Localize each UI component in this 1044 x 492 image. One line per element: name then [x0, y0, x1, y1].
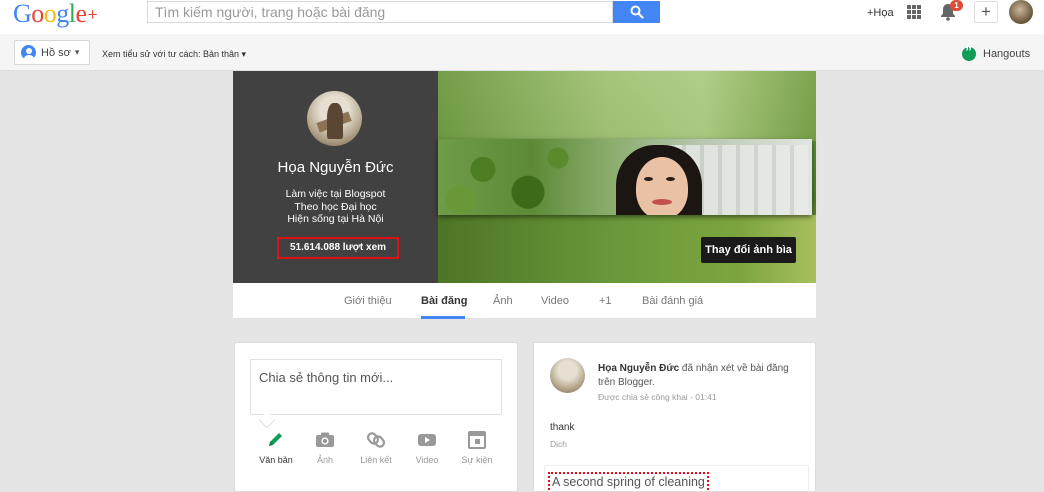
hangouts-icon [962, 43, 976, 61]
notification-count-badge: 1 [950, 0, 963, 11]
post-comment-text: thank [550, 422, 575, 433]
post-author-name[interactable]: Họa Nguyễn Đức [598, 363, 679, 374]
change-cover-button[interactable]: Thay đổi ảnh bìa [701, 237, 796, 263]
share-text-button[interactable]: Văn bản [256, 431, 296, 465]
google-plus-logo[interactable]: Google+ [13, 0, 98, 28]
avatar-figure [327, 103, 343, 139]
post-meta: Được chia sẻ công khai - 01:41 [598, 392, 717, 402]
logo-letter: o [31, 0, 44, 28]
view-as-label: Xem tiểu sử với tư cách: Bản thân [102, 49, 240, 59]
search-box [147, 1, 613, 23]
share-input[interactable]: Chia sẻ thông tin mới... [250, 359, 502, 415]
share-photo-button[interactable]: Ảnh [305, 431, 345, 465]
profile-info: Làm việc tại Blogspot Theo học Đại học H… [233, 188, 438, 226]
cover-portrait-eye [644, 177, 653, 181]
tab-reviews[interactable]: Bài đánh giá [642, 295, 703, 307]
profile-avatar[interactable] [307, 91, 362, 146]
cover-leaves [438, 139, 588, 215]
profile-tabs: Giới thiệu Bài đăng Ảnh Video +1 Bài đán… [233, 283, 816, 319]
logo-letter: e [75, 0, 88, 28]
share-plus-button[interactable]: + [974, 1, 998, 23]
shared-post-preview[interactable]: A second spring of cleaning [544, 465, 809, 492]
profile-dropdown-label: Hồ sơ [41, 46, 71, 59]
post-card: Họa Nguyễn Đức đã nhận xét về bài đăng t… [533, 342, 816, 492]
link-icon [356, 431, 396, 449]
active-tab-indicator [421, 316, 465, 319]
logo-letter: G [13, 0, 32, 28]
tab-about[interactable]: Giới thiệu [344, 295, 392, 307]
share-event-label: Sự kiện [461, 455, 493, 465]
view-as-selector[interactable]: Xem tiểu sử với tư cách: Bản thân ▾ [102, 49, 246, 60]
post-time[interactable]: 01:41 [695, 392, 716, 402]
logo-letter: l [68, 0, 76, 28]
cover-portrait-lips [652, 199, 672, 205]
chevron-down-icon: ▾ [241, 49, 247, 59]
profile-work: Làm việc tại Blogspot [285, 188, 386, 200]
post-author-avatar[interactable] [550, 358, 585, 393]
search-input[interactable] [148, 2, 612, 22]
logo-plus: + [87, 5, 98, 24]
share-video-button[interactable]: Video [407, 431, 447, 465]
logo-letter: o [43, 0, 57, 28]
shared-post-title[interactable]: A second spring of cleaning [548, 472, 709, 490]
hangouts-button[interactable]: Hangouts [962, 43, 1031, 61]
share-link-button[interactable]: Liên kết [356, 431, 396, 465]
share-video-label: Video [415, 455, 439, 465]
cover-blur-top [438, 71, 816, 141]
tab-plus-ones[interactable]: +1 [599, 295, 612, 307]
profile-name: Họa Nguyễn Đức [277, 159, 394, 176]
share-event-button[interactable]: Sự kiện [457, 431, 497, 465]
logo-letter: g [56, 0, 69, 28]
profile-summary-panel: Họa Nguyễn Đức Làm việc tại Blogspot The… [233, 71, 438, 283]
search-icon [630, 5, 644, 19]
profile-study: Theo học Đại học [294, 200, 377, 213]
share-link-label: Liên kết [360, 455, 392, 465]
cover-photo-strip [438, 139, 812, 215]
cover-portrait-face [636, 157, 688, 215]
hangouts-label: Hangouts [983, 48, 1031, 60]
video-icon [407, 431, 447, 449]
translate-link[interactable]: Dịch [550, 439, 567, 449]
tab-videos[interactable]: Video [541, 295, 569, 307]
profile-lives: Hiện sống tại Hà Nội [287, 213, 384, 225]
share-box: Chia sẻ thông tin mới... Văn bản Ảnh Liê… [234, 342, 518, 492]
account-avatar[interactable] [1009, 0, 1033, 24]
post-header: Họa Nguyễn Đức đã nhận xét về bài đăng t… [598, 362, 803, 390]
plus-profile-link[interactable]: +Họa [867, 7, 894, 19]
chevron-down-icon: ▾ [74, 47, 80, 57]
top-bar: Google+ +Họa 1 + [0, 0, 1044, 34]
event-icon [457, 431, 497, 449]
apps-grid-icon[interactable] [907, 5, 921, 19]
pencil-icon [256, 431, 296, 449]
profile-person-icon [21, 45, 36, 60]
search-button[interactable] [613, 1, 660, 23]
share-text-label: Văn bản [259, 455, 293, 465]
share-photo-label: Ảnh [316, 455, 333, 465]
profile-cover: Họa Nguyễn Đức Làm việc tại Blogspot The… [233, 71, 816, 283]
cover-portrait-eye [666, 177, 675, 181]
sub-bar: Hồ sơ ▾ Xem tiểu sử với tư cách: Bản thâ… [0, 34, 1044, 71]
tab-posts[interactable]: Bài đăng [421, 295, 467, 307]
tab-photos[interactable]: Ảnh [493, 295, 513, 307]
post-visibility[interactable]: Được chia sẻ công khai [598, 392, 688, 402]
camera-icon [305, 431, 345, 449]
profile-dropdown[interactable]: Hồ sơ ▾ [14, 40, 90, 65]
profile-views-count: 51.614.088 lượt xem [277, 237, 399, 259]
